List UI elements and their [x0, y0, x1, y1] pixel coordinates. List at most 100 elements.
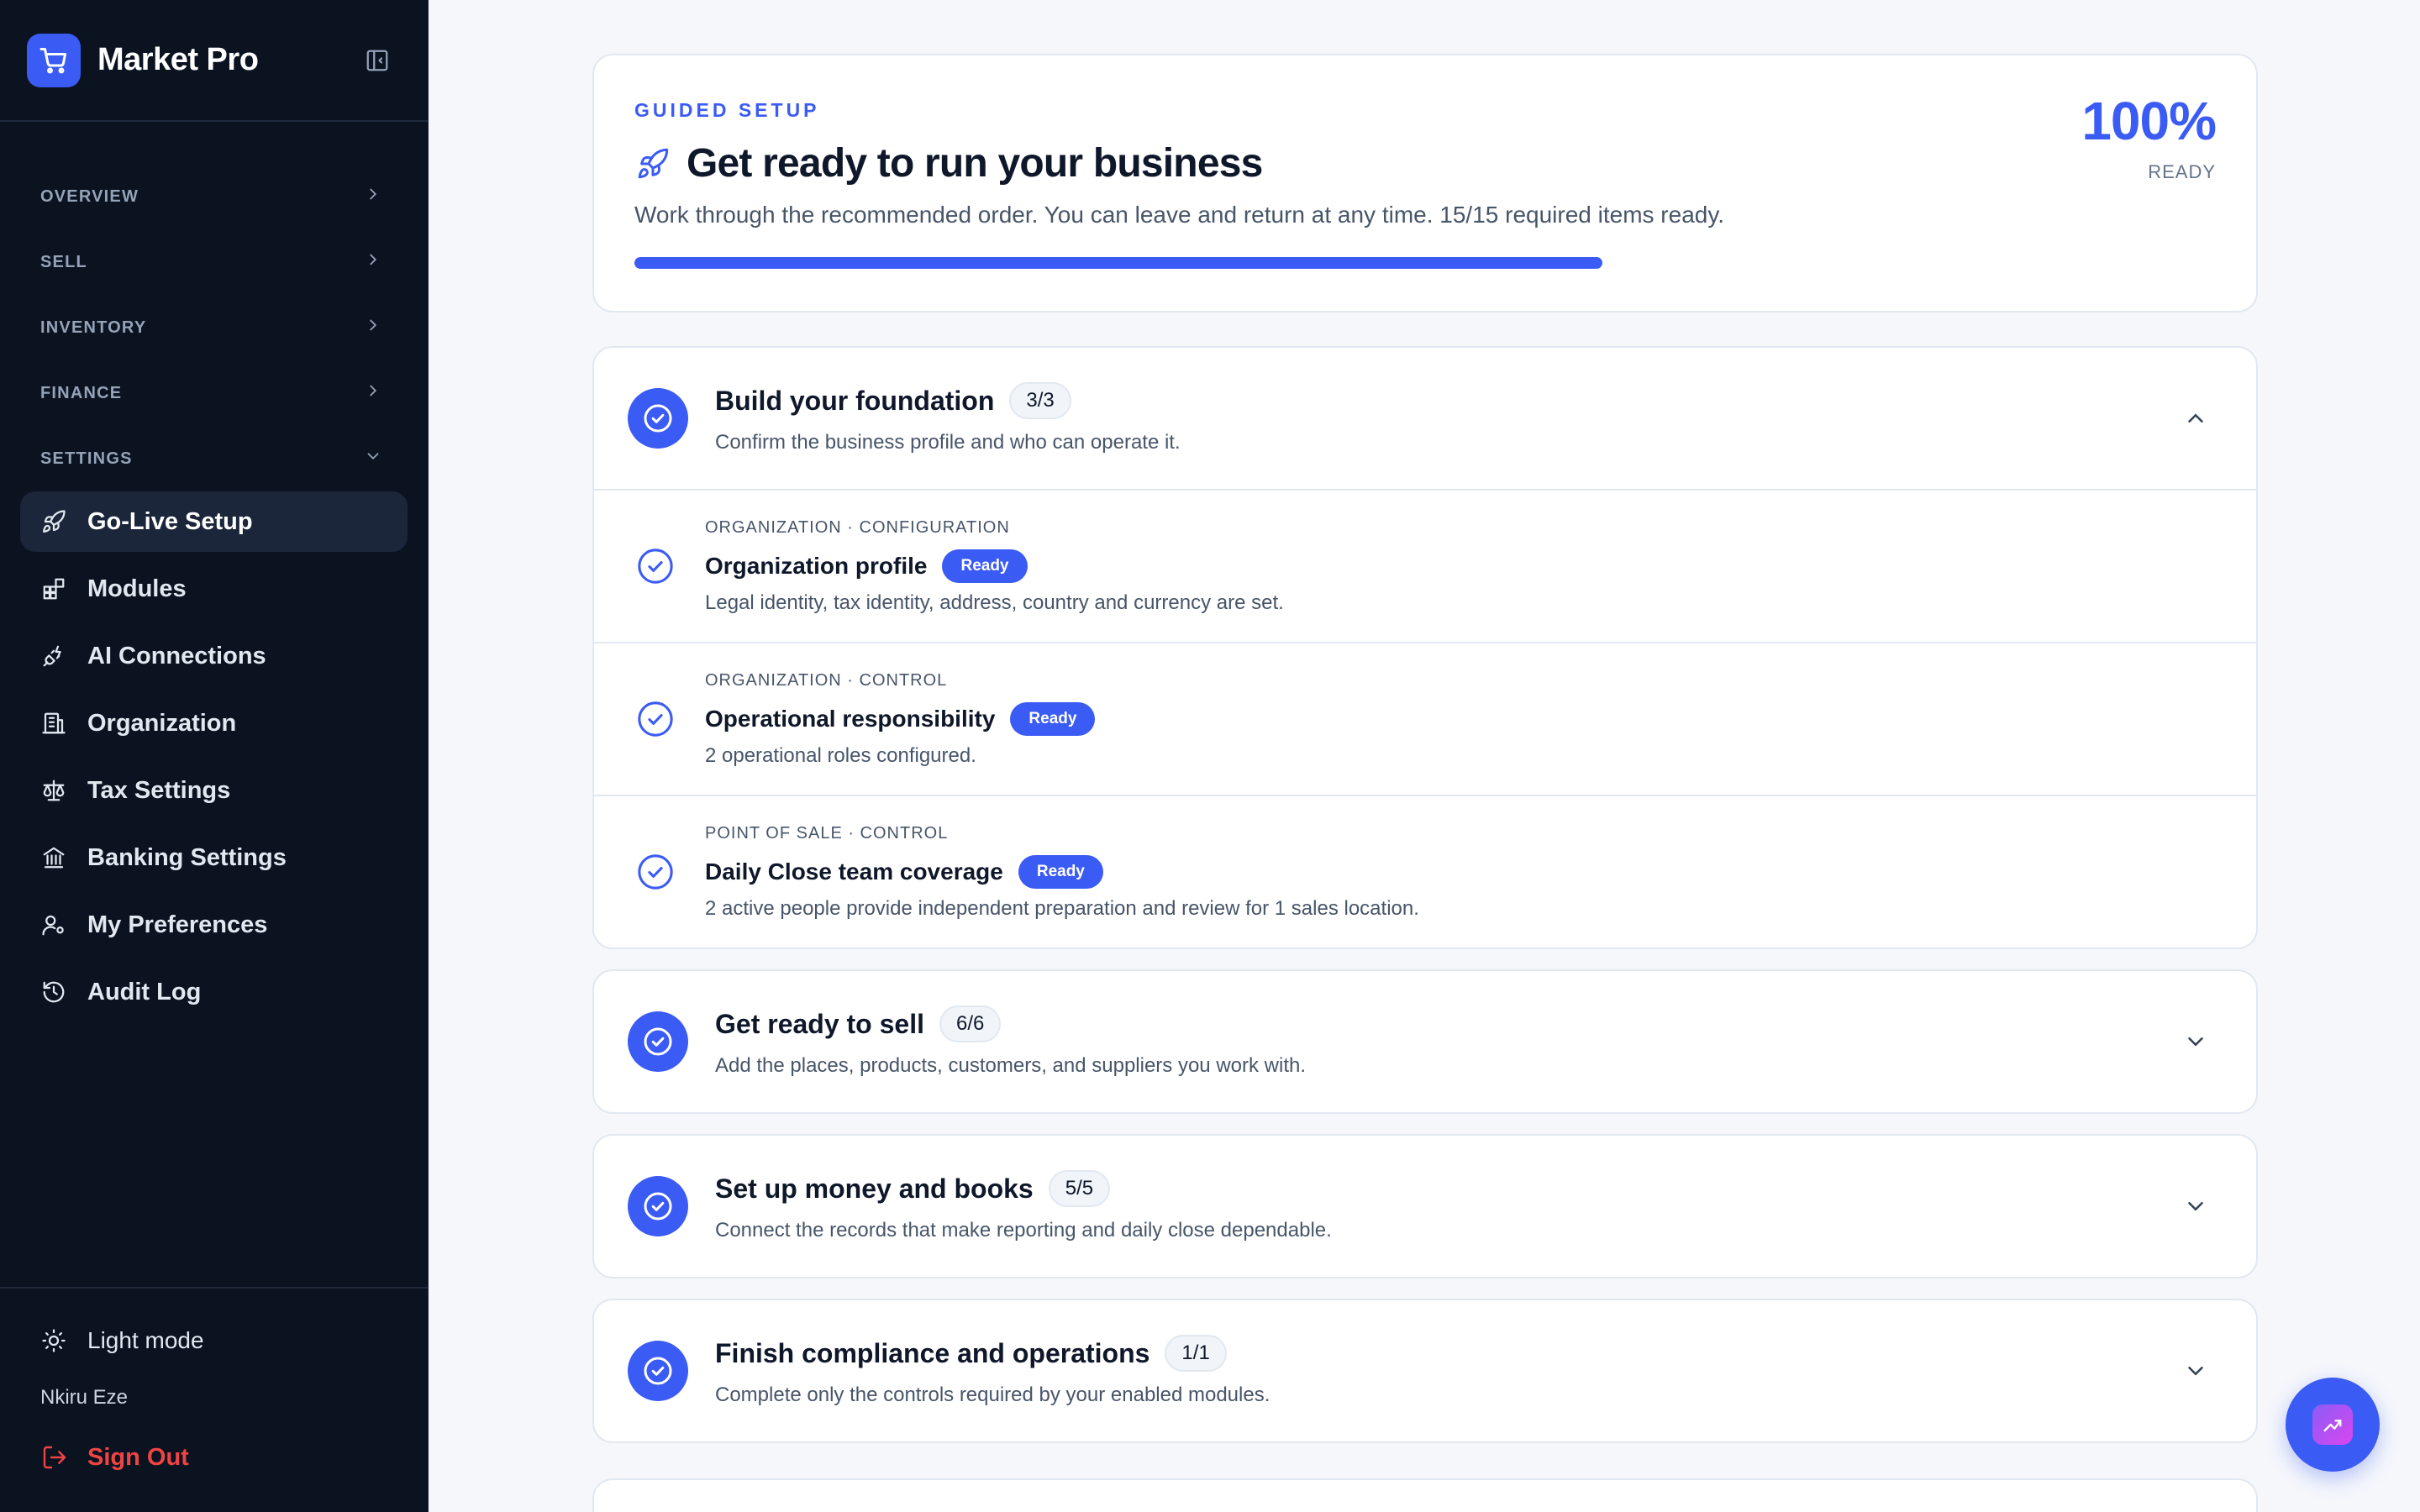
user-name: Nkiru Eze — [40, 1386, 129, 1409]
log-out-icon — [40, 1443, 69, 1472]
task-category: ORGANIZATION · CONFIGURATION — [705, 517, 1010, 537]
readiness-label: READY — [2148, 161, 2216, 182]
task-daily-close-team-coverage[interactable]: POINT OF SALE · CONTROL Daily Close team… — [594, 795, 2256, 948]
sidebar-item-label: Tax Settings — [87, 776, 231, 804]
cart-icon — [27, 33, 81, 87]
nav-group-label: INVENTORY — [40, 318, 147, 337]
section-description: Connect the records that make reporting … — [715, 1219, 1332, 1242]
section-count-badge: 5/5 — [1048, 1170, 1111, 1207]
chevron-down-icon — [364, 447, 382, 470]
section-description: Add the places, products, customers, and… — [715, 1054, 1307, 1077]
building-icon — [40, 710, 67, 737]
rocket-icon — [634, 145, 671, 182]
task-title: Operational responsibility — [705, 705, 996, 732]
nav-group-label: FINANCE — [40, 383, 123, 402]
section-text: Finish compliance and operations 1/1 Com… — [715, 1335, 1270, 1407]
task-text: ORGANIZATION · CONTROL Operational respo… — [705, 670, 1096, 768]
chevron-right-icon — [364, 316, 382, 339]
task-title-row: Operational responsibility Ready — [705, 701, 1096, 736]
analytics-fab-button[interactable] — [2286, 1378, 2380, 1472]
sidebar-item-banking-settings[interactable]: Banking Settings — [20, 827, 408, 888]
sidebar-item-go-live-setup[interactable]: Go-Live Setup — [20, 491, 408, 552]
sidebar-item-ai-connections[interactable]: AI Connections — [20, 626, 408, 686]
user-settings-icon — [40, 911, 67, 938]
section-header[interactable]: Build your foundation 3/3 Confirm the bu… — [594, 348, 2256, 489]
section-header[interactable]: Finish compliance and operations 1/1 Com… — [594, 1300, 2256, 1441]
check-circle-outline-icon — [636, 853, 675, 891]
theme-toggle-label: Light mode — [87, 1327, 204, 1353]
chevron-down-icon[interactable] — [2182, 1193, 2209, 1220]
task-organization-profile[interactable]: ORGANIZATION · CONFIGURATION Organizatio… — [594, 489, 2256, 642]
section-title: Finish compliance and operations — [715, 1337, 1150, 1368]
nav-group-inventory[interactable]: INVENTORY — [0, 295, 428, 360]
section-title: Set up money and books — [715, 1173, 1034, 1204]
check-circle-icon — [628, 388, 688, 449]
nav-group-overview[interactable]: OVERVIEW — [0, 164, 428, 229]
task-operational-responsibility[interactable]: ORGANIZATION · CONTROL Operational respo… — [594, 642, 2256, 795]
rocket-icon — [40, 508, 67, 535]
section-build-foundation: Build your foundation 3/3 Confirm the bu… — [592, 346, 2258, 949]
chevron-right-icon — [364, 250, 382, 274]
plug-icon — [40, 643, 67, 669]
sidebar-item-label: Organization — [87, 709, 237, 737]
sign-out-button[interactable]: Sign Out — [40, 1443, 387, 1472]
task-description: 2 active people provide independent prep… — [705, 896, 1419, 920]
check-circle-outline-icon — [636, 547, 675, 585]
sidebar-collapse-icon[interactable] — [362, 45, 392, 76]
brand-header: Market Pro — [0, 0, 428, 122]
page-title: Get ready to run your business — [687, 141, 1263, 186]
sidebar-item-label: AI Connections — [87, 642, 266, 669]
section-count-badge: 3/3 — [1009, 382, 1071, 419]
task-category: ORGANIZATION · CONTROL — [705, 670, 948, 690]
section-get-ready-to-sell: Get ready to sell 6/6 Add the places, pr… — [592, 969, 2258, 1114]
scale-icon — [40, 777, 67, 804]
page-description: Work through the recommended order. You … — [634, 202, 1725, 228]
sidebar-item-label: My Preferences — [87, 911, 268, 938]
section-title-row: Set up money and books 5/5 — [715, 1170, 1332, 1207]
chevron-up-icon[interactable] — [2182, 405, 2209, 432]
sidebar-item-label: Modules — [87, 575, 187, 602]
chevron-down-icon[interactable] — [2182, 1028, 2209, 1055]
readiness-percent: 100% — [2081, 91, 2217, 151]
section-title-row: Build your foundation 3/3 — [715, 382, 1181, 419]
task-text: ORGANIZATION · CONFIGURATION Organizatio… — [705, 518, 1284, 615]
section-header[interactable]: Set up money and books 5/5 Connect the r… — [594, 1136, 2256, 1277]
sidebar-footer: Light mode Nkiru Eze Sign Out — [0, 1287, 428, 1512]
check-circle-icon — [628, 1341, 688, 1401]
history-icon — [40, 979, 67, 1005]
task-title: Organization profile — [705, 552, 928, 579]
sidebar-item-organization[interactable]: Organization — [20, 693, 408, 753]
nav-group-sell[interactable]: SELL — [0, 229, 428, 295]
section-money-and-books: Set up money and books 5/5 Connect the r… — [592, 1134, 2258, 1278]
modules-icon — [40, 575, 67, 602]
task-title: Daily Close team coverage — [705, 858, 1003, 885]
task-category: POINT OF SALE · CONTROL — [705, 823, 949, 843]
chevron-right-icon — [364, 185, 382, 208]
section-description: Confirm the business profile and who can… — [715, 431, 1181, 454]
section-text: Build your foundation 3/3 Confirm the bu… — [715, 382, 1181, 454]
sidebar-item-tax-settings[interactable]: Tax Settings — [20, 760, 408, 821]
section-title: Build your foundation — [715, 385, 995, 416]
guided-setup-card: GUIDED SETUP Get ready to run your busin… — [592, 54, 2258, 312]
section-count-badge: 1/1 — [1165, 1335, 1227, 1372]
sign-out-label: Sign Out — [87, 1443, 189, 1471]
sidebar-item-audit-log[interactable]: Audit Log — [20, 962, 408, 1022]
section-description: Complete only the controls required by y… — [715, 1383, 1270, 1406]
sidebar-item-my-preferences[interactable]: My Preferences — [20, 895, 408, 955]
nav-group-label: SETTINGS — [40, 449, 133, 468]
task-description: 2 operational roles configured. — [705, 743, 976, 767]
page-title-row: Get ready to run your business — [634, 140, 2216, 186]
app-name: Market Pro — [97, 42, 259, 77]
chevron-down-icon[interactable] — [2182, 1357, 2209, 1384]
status-badge: Ready — [942, 549, 1028, 583]
sidebar-item-modules[interactable]: Modules — [20, 559, 408, 619]
sidebar: Market Pro OVERVIEW SELL INVENTORY FINAN… — [0, 0, 429, 1512]
sun-icon — [40, 1327, 67, 1354]
nav-group-label: SELL — [40, 252, 87, 271]
task-description: Legal identity, tax identity, address, c… — [705, 591, 1284, 614]
section-header[interactable]: Get ready to sell 6/6 Add the places, pr… — [594, 971, 2256, 1112]
nav-group-settings[interactable]: SETTINGS — [0, 426, 428, 491]
nav-group-finance[interactable]: FINANCE — [0, 360, 428, 426]
theme-toggle-button[interactable]: Light mode — [40, 1324, 387, 1357]
section-compliance-and-operations: Finish compliance and operations 1/1 Com… — [592, 1299, 2258, 1443]
